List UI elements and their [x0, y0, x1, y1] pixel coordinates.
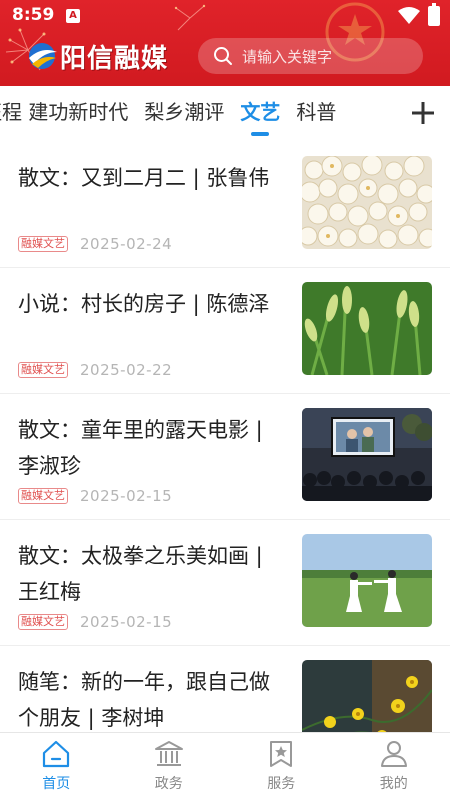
article-tag: 融媒文艺 — [18, 614, 68, 630]
tab-lixiang-chaoping[interactable]: 梨乡潮评 — [144, 86, 224, 142]
article-list: 散文：又到二月二 | 张鲁伟 融媒文艺 2025-02-24 小说：村长的房子 … — [0, 142, 450, 732]
search-icon — [214, 47, 232, 65]
category-tabs: 征程 建功新时代 梨乡潮评 文艺 科普 — [0, 86, 450, 142]
article-item[interactable]: 小说：村长的房子 | 陈德泽 融媒文艺 2025-02-22 — [0, 268, 450, 394]
nav-services[interactable]: 服务 — [225, 733, 338, 800]
search-placeholder: 请输入关键字 — [242, 47, 333, 66]
person-icon — [380, 741, 407, 767]
nav-home-label: 首页 — [42, 776, 71, 792]
nav-government[interactable]: 政务 — [113, 733, 226, 800]
tabs-track: 征程 建功新时代 梨乡潮评 文艺 科普 — [0, 86, 352, 142]
tab-wenyi[interactable]: 文艺 — [240, 86, 280, 142]
notification-icon: A — [66, 9, 80, 23]
battery-icon — [428, 3, 440, 26]
bottom-nav: 首页 政务 服务 我的 — [0, 732, 450, 800]
home-icon — [42, 740, 70, 768]
add-tab-icon[interactable] — [410, 100, 436, 126]
article-meta: 融媒文艺 2025-02-22 — [18, 361, 172, 379]
article-tag: 融媒文艺 — [18, 236, 68, 252]
tab-kepu[interactable]: 科普 — [296, 86, 336, 142]
article-title: 散文：太极拳之乐美如画 | 王红梅 — [18, 544, 263, 604]
status-time: 8:59 — [12, 5, 55, 25]
article-title: 散文：又到二月二 | 张鲁伟 — [18, 166, 270, 190]
article-meta: 融媒文艺 2025-02-15 — [18, 487, 172, 505]
logo-text: 阳信融媒 — [60, 43, 169, 74]
nav-profile-label: 我的 — [379, 776, 408, 792]
article-meta: 融媒文艺 2025-02-15 — [18, 613, 172, 631]
nav-services-label: 服务 — [267, 776, 296, 792]
popcorn-thumbnail — [302, 156, 432, 249]
foxtail-grass-thumbnail — [302, 282, 432, 375]
government-building-icon — [154, 741, 183, 766]
wifi-icon — [398, 7, 420, 24]
nav-profile[interactable]: 我的 — [338, 733, 450, 800]
article-date: 2025-02-22 — [80, 361, 173, 379]
search-bar[interactable]: 请输入关键字 — [198, 38, 423, 74]
article-item[interactable]: 散文：又到二月二 | 张鲁伟 融媒文艺 2025-02-24 — [0, 142, 450, 268]
article-title: 小说：村长的房子 | 陈德泽 — [18, 292, 270, 316]
outdoor-cinema-thumbnail — [302, 408, 432, 501]
logo-mark-icon — [29, 43, 57, 69]
bookmark-star-icon — [270, 741, 292, 767]
app-header: 8:59 A 阳信融媒 请输入关键字 — [0, 0, 450, 86]
nav-government-label: 政务 — [154, 776, 183, 792]
tab-zhengcheng[interactable]: 征程 建功新时代 — [0, 86, 128, 142]
article-date: 2025-02-15 — [80, 613, 173, 631]
article-tag: 融媒文艺 — [18, 362, 68, 378]
winter-jasmine-thumbnail — [302, 660, 432, 732]
article-meta: 融媒文艺 2025-02-24 — [18, 235, 172, 253]
article-title: 散文：童年里的露天电影 | 李淑珍 — [18, 418, 263, 478]
article-item[interactable]: 散文：童年里的露天电影 | 李淑珍 融媒文艺 2025-02-15 — [0, 394, 450, 520]
status-bar: 8:59 A — [0, 0, 450, 32]
article-tag: 融媒文艺 — [18, 488, 68, 504]
nav-home[interactable]: 首页 — [0, 733, 113, 800]
article-item[interactable]: 散文：太极拳之乐美如画 | 王红梅 融媒文艺 2025-02-15 — [0, 520, 450, 646]
article-title: 随笔：新的一年，跟自己做个朋友 | 李树坤 — [18, 670, 270, 730]
app-logo: 阳信融媒 — [26, 38, 168, 74]
article-date: 2025-02-15 — [80, 487, 173, 505]
tai-chi-thumbnail — [302, 534, 432, 627]
article-date: 2025-02-24 — [80, 235, 173, 253]
article-item[interactable]: 随笔：新的一年，跟自己做个朋友 | 李树坤 — [0, 646, 450, 732]
